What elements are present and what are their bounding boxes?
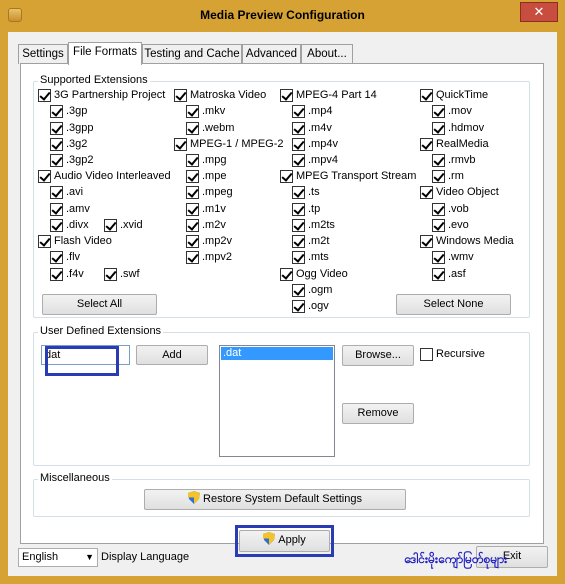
checkbox-quicktime[interactable]: QuickTime [420,89,488,104]
checkbox-matroska-video[interactable]: Matroska Video [174,89,266,104]
checkbox-ext[interactable]: .rm [432,170,464,185]
checkbox-ext[interactable]: .3gpp [50,122,94,137]
input-highlight-box [45,346,119,376]
checkbox-ext[interactable]: .mpv4 [292,154,338,169]
checkbox-windows-media[interactable]: Windows Media [420,235,514,250]
checkbox-ext[interactable]: .3gp [50,105,87,120]
tab-file-formats[interactable]: File Formats [68,42,142,65]
checkbox-ext[interactable]: .mp2v [186,235,232,250]
miscellaneous-group: Miscellaneous Restore System Default Set… [33,472,530,517]
checkbox-mpeg-transport-stream[interactable]: MPEG Transport Stream [280,170,416,185]
checkbox-ext[interactable]: .asf [432,268,466,283]
apply-highlight-box [235,525,334,557]
language-select-value: English [22,551,59,563]
checkbox-ext[interactable]: .mov [432,105,472,120]
title-bar[interactable]: Media Preview Configuration ✕ [0,0,565,32]
checkbox-3g-partnership-project[interactable]: 3G Partnership Project [38,89,165,104]
checkbox-ext[interactable]: .ts [292,186,320,201]
close-button[interactable]: ✕ [520,2,558,22]
file-formats-panel: Supported Extensions 3G Partnership Proj… [20,63,544,557]
checkbox-ext[interactable]: .ogv [292,300,329,315]
checkbox-ext[interactable]: .mpv2 [186,251,232,266]
checkbox-ogg-video[interactable]: Ogg Video [280,268,348,283]
dialog-client: Settings File Formats Testing and Cache … [8,32,557,576]
checkbox-ext[interactable]: .3g2 [50,138,87,153]
checkbox-flash-video[interactable]: Flash Video [38,235,112,250]
recursive-checkbox[interactable]: Recursive [420,348,485,363]
checkbox-ext[interactable]: .flv [50,251,80,266]
checkbox-mpeg4-part14[interactable]: MPEG-4 Part 14 [280,89,377,104]
checkbox-ext[interactable]: .m4v [292,122,332,137]
supported-extensions-label: Supported Extensions [38,74,150,86]
checkbox-mpeg1-mpeg2[interactable]: MPEG-1 / MPEG-2 [174,138,284,153]
remove-button[interactable]: Remove [342,403,414,424]
checkbox-audio-video-interleaved[interactable]: Audio Video Interleaved [38,170,171,185]
checkbox-ext[interactable]: .xvid [104,219,143,234]
checkbox-ext[interactable]: .m1v [186,203,226,218]
checkbox-ext[interactable]: .amv [50,203,90,218]
display-language-label: Display Language [101,551,190,563]
checkbox-ext[interactable]: .mpeg [186,186,233,201]
tab-testing-and-cache[interactable]: Testing and Cache [142,44,242,64]
checkbox-ext[interactable]: .avi [50,186,83,201]
select-all-button[interactable]: Select All [42,294,157,315]
checkbox-ext[interactable]: .m2t [292,235,329,250]
checkbox-ext[interactable]: .webm [186,122,234,137]
add-button[interactable]: Add [136,345,208,365]
miscellaneous-label: Miscellaneous [38,472,112,484]
checkbox-ext[interactable]: .rmvb [432,154,476,169]
chevron-down-icon: ▼ [85,552,94,562]
checkbox-ext[interactable]: .mkv [186,105,225,120]
checkbox-ext[interactable]: .f4v [50,268,84,283]
language-select[interactable]: English ▼ [18,548,98,567]
restore-defaults-label: Restore System Default Settings [203,493,362,505]
checkbox-ext[interactable]: .vob [432,203,469,218]
checkbox-ext[interactable]: .wmv [432,251,474,266]
checkbox-ext[interactable]: .mp4v [292,138,338,153]
tab-advanced[interactable]: Advanced [242,44,301,64]
tab-settings[interactable]: Settings [18,44,68,64]
checkbox-ext[interactable]: .swf [104,268,140,283]
checkbox-ext[interactable]: .m2ts [292,219,335,234]
checkbox-ext[interactable]: .m2v [186,219,226,234]
tab-about[interactable]: About... [301,44,353,64]
checkbox-ext[interactable]: .evo [432,219,469,234]
checkbox-ext[interactable]: .mp4 [292,105,332,120]
uac-shield-icon [188,491,201,504]
checkbox-ext[interactable]: .mts [292,251,329,266]
checkbox-ext[interactable]: .divx [50,219,89,234]
checkbox-ext[interactable]: .3gp2 [50,154,94,169]
window-title: Media Preview Configuration [200,8,365,22]
user-defined-label: User Defined Extensions [38,325,164,337]
checkbox-ext[interactable]: .hdmov [432,122,484,137]
checkbox-ext[interactable]: .mpg [186,154,226,169]
checkbox-ext[interactable]: .mpe [186,170,226,185]
checkbox-ext[interactable]: .tp [292,203,320,218]
checkbox-video-object[interactable]: Video Object [420,186,499,201]
extension-listbox[interactable]: .dat [219,345,335,457]
checkbox-realmedia[interactable]: RealMedia [420,138,489,153]
watermark-text: ဒေါင်းမိုးကျော်မြတ်စုများ [404,552,508,566]
list-item[interactable]: .dat [221,347,333,360]
restore-defaults-button[interactable]: Restore System Default Settings [144,489,406,510]
browse-button[interactable]: Browse... [342,345,414,366]
select-none-button[interactable]: Select None [396,294,511,315]
supported-extensions-group: Supported Extensions 3G Partnership Proj… [33,74,530,318]
window-frame: Media Preview Configuration ✕ Settings F… [0,0,565,584]
checkbox-ext[interactable]: .ogm [292,284,332,299]
